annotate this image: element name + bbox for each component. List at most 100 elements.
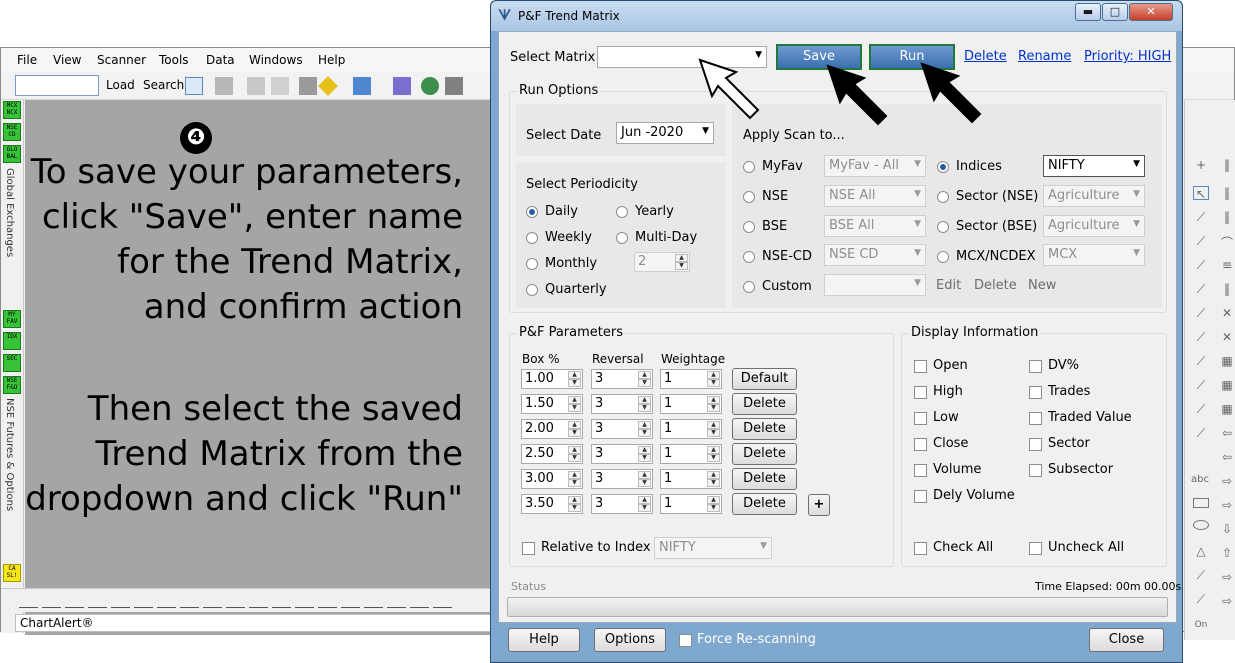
spin-up-icon[interactable]: ▲ <box>568 496 581 504</box>
fib-tool-icon[interactable]: ‖ <box>1219 282 1235 296</box>
uncheck-all-checkbox[interactable] <box>1029 542 1042 555</box>
scan-sector-nse-dropdown[interactable]: Agriculture ▼ <box>1043 185 1145 207</box>
scan-nsecd-dropdown[interactable]: NSE CD ▼ <box>824 244 926 266</box>
display-volume-checkbox[interactable] <box>914 464 927 477</box>
scan-custom-radio[interactable] <box>743 281 755 293</box>
mcx-ncx-button[interactable]: MCX NCX <box>3 101 21 119</box>
spin-down-icon[interactable]: ▼ <box>638 504 651 512</box>
save-disk-icon[interactable] <box>215 77 233 95</box>
delete-parameter-button[interactable]: Delete <box>732 468 797 490</box>
box-percent-stepper[interactable]: 1.00 ▲ ▼ <box>521 369 583 389</box>
periodicity-weekly-radio[interactable] <box>526 232 538 244</box>
line-tool-icon[interactable]: ⟋ <box>1193 306 1209 320</box>
fib-tool-icon[interactable]: ‖ <box>1219 158 1235 172</box>
spin-up-icon[interactable]: ▲ <box>568 471 581 479</box>
weightage-stepper[interactable]: 1 ▲ ▼ <box>660 494 722 514</box>
spin-down-icon[interactable]: ▼ <box>707 429 720 437</box>
add-parameter-button[interactable]: + <box>808 494 830 516</box>
line-tool-icon[interactable]: ⟋ <box>1193 592 1209 606</box>
spin-up-icon[interactable]: ▲ <box>707 446 720 454</box>
grid-tool-icon[interactable]: ▦ <box>1219 354 1235 368</box>
line-tool-icon[interactable]: ⟋ <box>1193 378 1209 392</box>
spin-down-icon[interactable]: ▼ <box>707 404 720 412</box>
priority-link[interactable]: Priority: HIGH <box>1084 49 1171 64</box>
nse-cd-button[interactable]: NSE CD <box>3 123 21 141</box>
spin-up-icon[interactable]: ▲ <box>707 496 720 504</box>
spin-down-icon[interactable]: ▼ <box>568 429 581 437</box>
display-dv--checkbox[interactable] <box>1029 360 1042 373</box>
custom-delete-link[interactable]: Delete <box>974 278 1017 293</box>
spin-up-icon[interactable]: ▲ <box>568 421 581 429</box>
spin-up-icon[interactable]: ▲ <box>707 421 720 429</box>
rename-matrix-link[interactable]: Rename <box>1018 49 1071 64</box>
tool-icon[interactable] <box>157 594 176 608</box>
spin-down-icon[interactable]: ▼ <box>707 379 720 387</box>
tool-icon[interactable] <box>318 594 337 608</box>
box-percent-stepper[interactable]: 3.50 ▲ ▼ <box>521 494 583 514</box>
line-tool-icon[interactable]: ⟋ <box>1193 402 1209 416</box>
data-icon[interactable] <box>299 77 317 95</box>
relative-index-dropdown[interactable]: NIFTY ▼ <box>654 537 772 559</box>
display-high-checkbox[interactable] <box>914 386 927 399</box>
triangle-tool-icon[interactable]: △ <box>1193 544 1209 558</box>
reversal-stepper[interactable]: 3 ▲ ▼ <box>591 419 653 439</box>
periodicity-multiday-radio[interactable] <box>616 232 628 244</box>
weightage-stepper[interactable]: 1 ▲ ▼ <box>660 369 722 389</box>
spin-down-icon[interactable]: ▼ <box>568 379 581 387</box>
maximize-button[interactable]: □ <box>1102 3 1128 21</box>
delete-parameter-button[interactable]: Delete <box>732 493 797 515</box>
menu-windows[interactable]: Windows <box>249 53 303 67</box>
scan-custom-dropdown[interactable]: ▼ <box>824 274 926 296</box>
delete-parameter-button[interactable]: Delete <box>732 393 797 415</box>
window-close-button[interactable]: ✕ <box>1129 3 1173 21</box>
spin-down-icon[interactable]: ▼ <box>568 454 581 462</box>
menu-help[interactable]: Help <box>318 53 345 67</box>
spin-up-icon[interactable]: ▲ <box>638 471 651 479</box>
idx-button[interactable]: IDX <box>3 332 21 350</box>
symbol-input[interactable] <box>15 75 99 96</box>
delete-parameter-button[interactable]: Delete <box>732 418 797 440</box>
tool-icon[interactable] <box>387 594 406 608</box>
line-tool-icon[interactable]: ⟋ <box>1193 258 1209 272</box>
arrow-tool-icon[interactable]: ⇨ <box>1219 498 1235 512</box>
spin-down-icon[interactable]: ▼ <box>707 504 720 512</box>
default-parameter-button[interactable]: Default <box>732 368 797 390</box>
tool-icon[interactable] <box>88 594 107 608</box>
periodicity-yearly-radio[interactable] <box>616 206 628 218</box>
indicator-icon[interactable] <box>318 76 338 96</box>
spin-up-icon[interactable]: ▲ <box>707 396 720 404</box>
reversal-stepper[interactable]: 3 ▲ ▼ <box>591 444 653 464</box>
scan-bse-radio[interactable] <box>743 221 755 233</box>
spin-down-icon[interactable]: ▼ <box>675 262 688 270</box>
display-low-checkbox[interactable] <box>914 412 927 425</box>
tool-icon[interactable] <box>364 594 383 608</box>
line-tool-icon[interactable]: ⟋ <box>1193 210 1209 224</box>
spin-down-icon[interactable]: ▼ <box>638 429 651 437</box>
sec-button[interactable]: SEC <box>3 354 21 372</box>
scan-sector-bse-radio[interactable] <box>937 221 949 233</box>
check-all-checkbox[interactable] <box>914 542 927 555</box>
tool-icon[interactable] <box>203 594 222 608</box>
tool-icon[interactable] <box>249 594 268 608</box>
display-sector-checkbox[interactable] <box>1029 438 1042 451</box>
spin-down-icon[interactable]: ▼ <box>638 379 651 387</box>
weightage-stepper[interactable]: 1 ▲ ▼ <box>660 394 722 414</box>
tool-icon[interactable] <box>180 594 199 608</box>
load-button[interactable]: Load <box>106 78 135 92</box>
print-preview-icon[interactable] <box>271 77 289 95</box>
scan-sector-bse-dropdown[interactable]: Agriculture ▼ <box>1043 215 1145 237</box>
custom-edit-link[interactable]: Edit <box>936 278 961 293</box>
display-traded-value-checkbox[interactable] <box>1029 412 1042 425</box>
weightage-stepper[interactable]: 1 ▲ ▼ <box>660 419 722 439</box>
dialog-title-bar[interactable]: ᗐ P&F Trend Matrix ▬ □ ✕ <box>491 1 1182 31</box>
window-icon[interactable] <box>445 77 463 95</box>
multiday-stepper[interactable]: 2 ▲ ▼ <box>634 252 690 272</box>
spin-down-icon[interactable]: ▼ <box>707 454 720 462</box>
box-percent-stepper[interactable]: 2.00 ▲ ▼ <box>521 419 583 439</box>
menu-data[interactable]: Data <box>206 53 235 67</box>
scan-nsecd-radio[interactable] <box>743 251 755 263</box>
scan-indices-radio[interactable] <box>937 161 949 173</box>
scan-bse-dropdown[interactable]: BSE All ▼ <box>824 215 926 237</box>
line-tool-icon[interactable]: ⟋ <box>1193 568 1209 582</box>
tool-icon[interactable] <box>134 594 153 608</box>
